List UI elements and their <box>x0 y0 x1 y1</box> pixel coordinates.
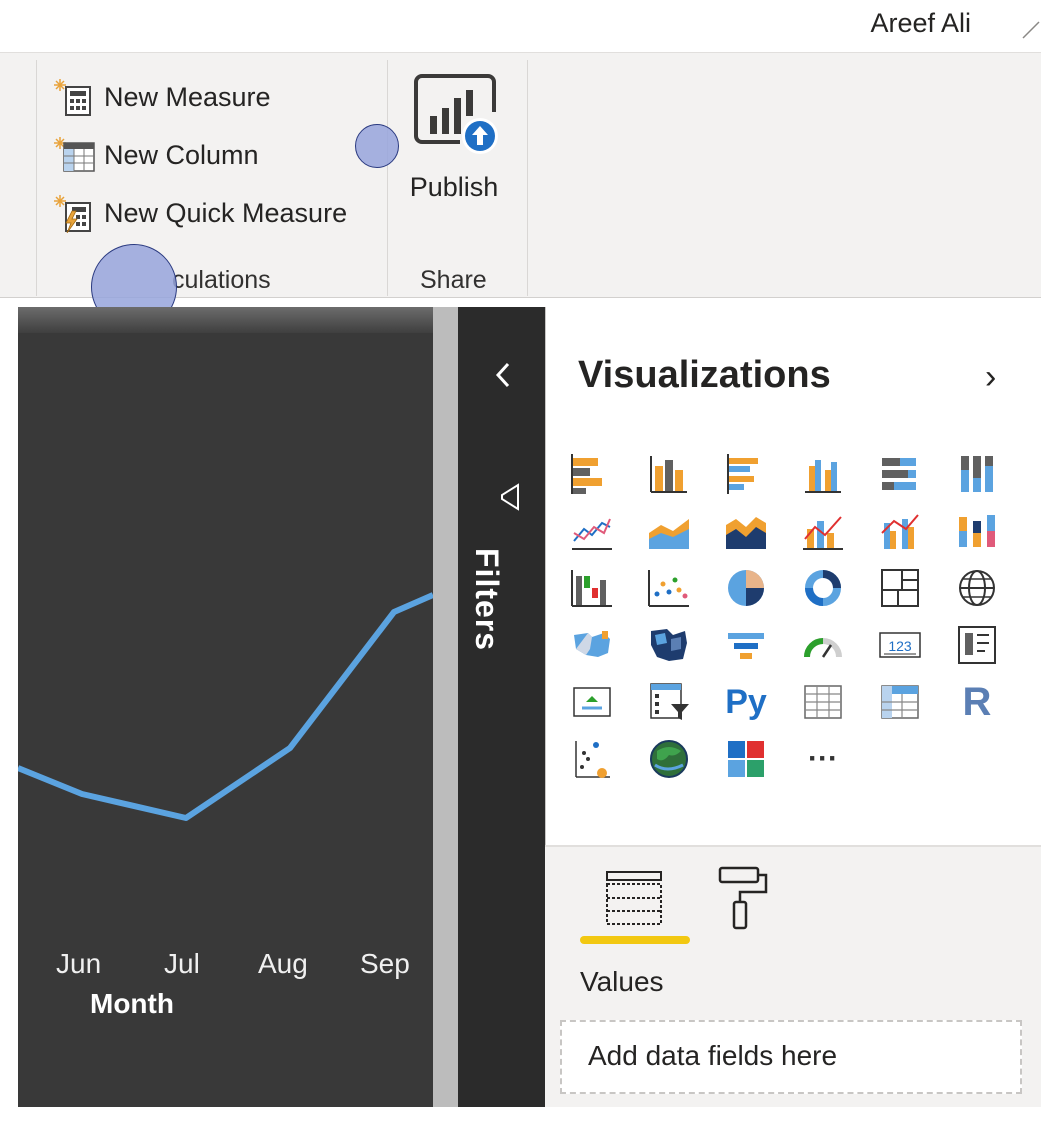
x-tick-label: Sep <box>360 948 410 979</box>
shape-map-icon[interactable] <box>647 623 691 667</box>
gauge-icon[interactable] <box>801 623 845 667</box>
treemap-icon[interactable] <box>878 566 922 610</box>
slicer-icon[interactable] <box>647 680 691 724</box>
card-icon[interactable]: 123 <box>878 623 922 667</box>
clustered-bar-chart-icon[interactable] <box>724 452 768 496</box>
r-visual-icon[interactable]: R <box>955 680 999 724</box>
100-stacked-bar-chart-icon[interactable] <box>878 452 922 496</box>
series-line <box>18 592 433 821</box>
values-label: Values <box>580 966 664 997</box>
new-measure-label: New Measure <box>104 81 271 112</box>
new-quick-measure-label: New Quick Measure <box>104 197 348 228</box>
stacked-column-chart-icon[interactable] <box>647 452 691 496</box>
visualizations-title: Visualizations <box>578 354 831 396</box>
line-and-clustered-column-chart-icon[interactable] <box>878 509 922 553</box>
arcgis-map-icon[interactable] <box>647 737 691 781</box>
ribbon-separator <box>387 60 388 296</box>
stacked-area-chart-icon[interactable] <box>724 509 768 553</box>
area-chart-icon[interactable] <box>647 509 691 553</box>
svg-text:123: 123 <box>888 638 912 654</box>
x-tick-label: Aug <box>258 948 308 979</box>
donut-chart-icon[interactable] <box>801 566 845 610</box>
new-quick-measure-icon <box>54 195 91 233</box>
stacked-bar-chart-icon[interactable] <box>570 452 614 496</box>
user-name[interactable]: Areef Ali <box>870 8 971 39</box>
scatter-chart-icon[interactable] <box>647 566 691 610</box>
values-drop-zone[interactable]: Add data fields here <box>560 1020 1022 1094</box>
ribbon-chart-icon[interactable] <box>955 509 999 553</box>
pie-chart-icon[interactable] <box>724 566 768 610</box>
power-apps-icon[interactable] <box>724 737 768 781</box>
x-tick-label: Jul <box>164 948 200 979</box>
new-column-label: New Column <box>104 139 259 170</box>
matrix-icon[interactable] <box>878 680 922 724</box>
fields-icon[interactable] <box>603 868 665 932</box>
line-and-stacked-column-chart-icon[interactable] <box>801 509 845 553</box>
more-visuals-icon[interactable]: ··· <box>801 737 845 781</box>
line-chart[interactable] <box>18 560 433 860</box>
key-influencers-icon[interactable] <box>570 737 614 781</box>
user-menu-icon[interactable] <box>1017 8 1041 44</box>
new-column-button[interactable]: New Column <box>52 132 259 178</box>
publish-label: Publish <box>409 172 499 202</box>
funnel-icon[interactable] <box>724 623 768 667</box>
filled-map-icon[interactable] <box>570 623 614 667</box>
filters-pane[interactable] <box>458 307 545 1107</box>
drop-zone-placeholder: Add data fields here <box>588 1040 838 1071</box>
share-group-label: Share <box>420 266 487 294</box>
multi-row-card-icon[interactable] <box>955 623 999 667</box>
new-quick-measure-button[interactable]: New Quick Measure <box>52 190 347 236</box>
map-icon[interactable] <box>955 566 999 610</box>
table-icon[interactable] <box>801 680 845 724</box>
100-stacked-column-chart-icon[interactable] <box>955 452 999 496</box>
filters-label[interactable]: Filters <box>468 548 505 651</box>
publish-icon <box>414 74 498 154</box>
ribbon-separator <box>527 60 528 296</box>
python-visual-icon[interactable]: Py <box>724 680 768 724</box>
new-measure-icon <box>54 79 91 116</box>
chevron-right-icon[interactable]: › <box>985 358 996 397</box>
active-tab-indicator <box>580 936 690 944</box>
bottom-margin <box>0 1107 1041 1133</box>
funnel-icon <box>501 483 519 511</box>
canvas-scrollbar[interactable] <box>433 307 458 1107</box>
publish-button[interactable]: Publish <box>402 72 506 222</box>
paint-roller-icon[interactable] <box>718 864 770 934</box>
x-axis-title: Month <box>90 988 174 1019</box>
clustered-column-chart-icon[interactable] <box>801 452 845 496</box>
waterfall-chart-icon[interactable] <box>570 566 614 610</box>
ribbon-separator <box>36 60 37 296</box>
line-chart-icon[interactable] <box>570 509 614 553</box>
new-column-icon <box>54 137 95 172</box>
canvas-header-strip <box>18 307 433 333</box>
x-tick-label: Jun <box>56 948 102 979</box>
touch-indicator <box>355 124 399 168</box>
kpi-icon[interactable] <box>570 680 614 724</box>
calculations-group-label: culations <box>172 266 271 294</box>
canvas-margin <box>0 307 18 1133</box>
chevron-left-icon[interactable] <box>492 360 514 390</box>
new-measure-button[interactable]: New Measure <box>52 74 271 120</box>
